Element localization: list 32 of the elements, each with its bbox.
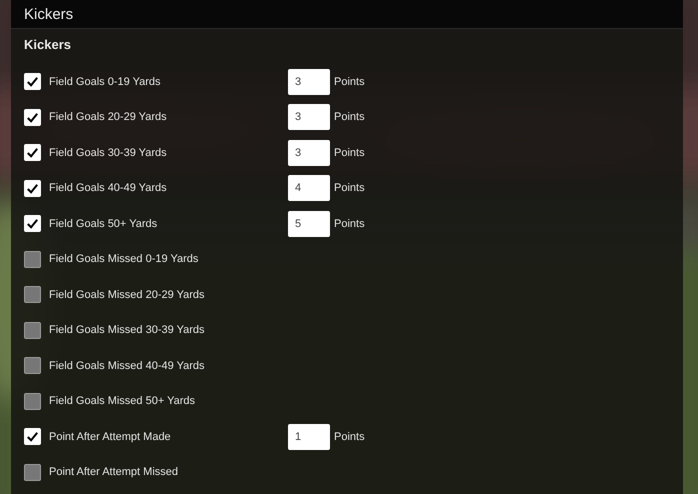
- checkbox[interactable]: [24, 286, 41, 304]
- points-unit: Points: [334, 430, 365, 443]
- section-title: Kickers: [24, 37, 72, 53]
- rule-label: Field Goals 30-39 Yards: [49, 146, 168, 159]
- points-field[interactable]: 3: [288, 68, 330, 95]
- points-field[interactable]: 1: [288, 424, 330, 450]
- points-unit: Points: [334, 111, 365, 124]
- rule-label: Field Goals 40-49 Yards: [49, 182, 168, 194]
- rule-label: Field Goals 0-19 Yards: [49, 76, 162, 88]
- rule-label: Field Goals Missed 40-49 Yards: [49, 360, 206, 372]
- checkbox[interactable]: [24, 464, 41, 481]
- checkbox[interactable]: [24, 357, 41, 374]
- points-unit: Points: [334, 146, 365, 159]
- rule-label: Field Goals Missed 20-29 Yards: [49, 288, 206, 301]
- rule-label: Point After Attempt Made: [49, 430, 172, 443]
- rule-label: Field Goals 50+ Yards: [49, 218, 158, 230]
- checkbox[interactable]: [24, 250, 41, 268]
- rule-label: Field Goals Missed 50+ Yards: [49, 395, 196, 408]
- points-field[interactable]: 3: [288, 104, 330, 130]
- rule-label: Field Goals 20-29 Yards: [49, 111, 168, 124]
- points-field[interactable]: 5: [288, 210, 330, 237]
- rule-label: Field Goals Missed 0-19 Yards: [49, 253, 200, 266]
- rule-label: Point After Attempt Missed: [49, 466, 180, 478]
- points-unit: Points: [334, 182, 365, 194]
- points-field[interactable]: 4: [288, 175, 330, 202]
- checkbox[interactable]: [24, 392, 41, 410]
- page-title: Kickers: [24, 6, 74, 22]
- rule-label: Field Goals Missed 30-39 Yards: [49, 324, 206, 336]
- points-unit: Points: [334, 218, 365, 230]
- checkbox[interactable]: [24, 322, 41, 339]
- points-field[interactable]: 3: [288, 140, 330, 166]
- points-unit: Points: [334, 76, 365, 88]
